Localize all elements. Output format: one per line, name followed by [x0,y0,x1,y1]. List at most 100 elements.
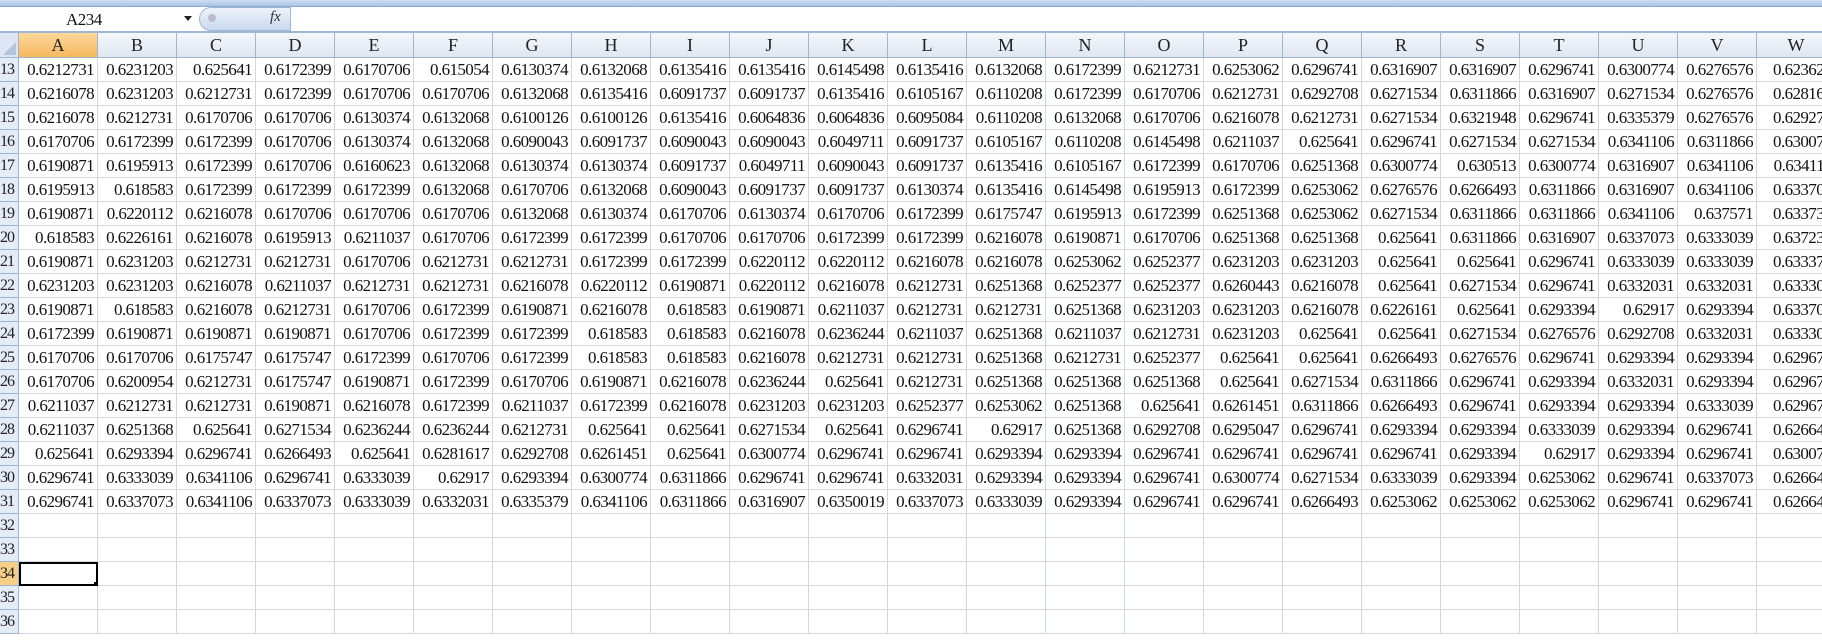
cell-k36[interactable] [809,610,888,634]
cell-j13[interactable]: 0.6135416 [730,58,809,82]
cell-b29[interactable]: 0.6293394 [98,442,177,466]
cell-q14[interactable]: 0.6292708 [1283,82,1362,106]
cell-q34[interactable] [1283,562,1362,586]
cell-u33[interactable] [1599,538,1678,562]
cell-v29[interactable]: 0.6296741 [1678,442,1757,466]
cell-w36[interactable] [1757,610,1822,634]
cell-l14[interactable]: 0.6105167 [888,82,967,106]
cell-b26[interactable]: 0.6200954 [98,370,177,394]
cell-t33[interactable] [1520,538,1599,562]
cell-s30[interactable]: 0.6293394 [1441,466,1520,490]
cell-a15[interactable]: 0.6216078 [19,106,98,130]
cell-m16[interactable]: 0.6105167 [967,130,1046,154]
cell-f23[interactable]: 0.6172399 [414,298,493,322]
cell-r30[interactable]: 0.6333039 [1362,466,1441,490]
cell-l16[interactable]: 0.6091737 [888,130,967,154]
cell-h16[interactable]: 0.6091737 [572,130,651,154]
cell-a30[interactable]: 0.6296741 [19,466,98,490]
cell-k14[interactable]: 0.6135416 [809,82,888,106]
cell-j31[interactable]: 0.6316907 [730,490,809,514]
row-header-13[interactable]: 13 [0,58,19,82]
cell-f29[interactable]: 0.6281617 [414,442,493,466]
cell-u34[interactable] [1599,562,1678,586]
cell-c13[interactable]: 0.625641 [177,58,256,82]
cell-k17[interactable]: 0.6090043 [809,154,888,178]
cell-c35[interactable] [177,586,256,610]
cell-d15[interactable]: 0.6170706 [256,106,335,130]
cell-v17[interactable]: 0.6341106 [1678,154,1757,178]
cell-n32[interactable] [1046,514,1125,538]
cell-r21[interactable]: 0.625641 [1362,250,1441,274]
cell-v16[interactable]: 0.6311866 [1678,130,1757,154]
cell-f25[interactable]: 0.6170706 [414,346,493,370]
cell-u36[interactable] [1599,610,1678,634]
cell-m22[interactable]: 0.6251368 [967,274,1046,298]
cell-f13[interactable]: 0.615054 [414,58,493,82]
cell-q26[interactable]: 0.6271534 [1283,370,1362,394]
name-box[interactable]: A234 [0,7,196,31]
cell-w24[interactable]: 0.633303 [1757,322,1822,346]
cell-l35[interactable] [888,586,967,610]
cell-t22[interactable]: 0.6296741 [1520,274,1599,298]
cell-n28[interactable]: 0.6251368 [1046,418,1125,442]
cell-e18[interactable]: 0.6172399 [335,178,414,202]
cell-u16[interactable]: 0.6341106 [1599,130,1678,154]
cell-v24[interactable]: 0.6332031 [1678,322,1757,346]
cell-f20[interactable]: 0.6170706 [414,226,493,250]
cell-d36[interactable] [256,610,335,634]
cell-g30[interactable]: 0.6293394 [493,466,572,490]
cell-n24[interactable]: 0.6211037 [1046,322,1125,346]
cell-j33[interactable] [730,538,809,562]
cell-c18[interactable]: 0.6172399 [177,178,256,202]
cell-j28[interactable]: 0.6271534 [730,418,809,442]
cell-u14[interactable]: 0.6271534 [1599,82,1678,106]
cell-c36[interactable] [177,610,256,634]
cell-p26[interactable]: 0.625641 [1204,370,1283,394]
cell-k16[interactable]: 0.6049711 [809,130,888,154]
cell-c25[interactable]: 0.6175747 [177,346,256,370]
row-header-34[interactable]: 34 [0,562,19,586]
cell-j26[interactable]: 0.6236244 [730,370,809,394]
cell-k31[interactable]: 0.6350019 [809,490,888,514]
select-all-button[interactable] [0,33,19,58]
cell-r18[interactable]: 0.6276576 [1362,178,1441,202]
cell-a26[interactable]: 0.6170706 [19,370,98,394]
cell-r36[interactable] [1362,610,1441,634]
cell-k20[interactable]: 0.6172399 [809,226,888,250]
cell-l25[interactable]: 0.6212731 [888,346,967,370]
cell-d30[interactable]: 0.6296741 [256,466,335,490]
cell-r32[interactable] [1362,514,1441,538]
cell-n22[interactable]: 0.6252377 [1046,274,1125,298]
cell-o27[interactable]: 0.625641 [1125,394,1204,418]
cell-f32[interactable] [414,514,493,538]
cell-t28[interactable]: 0.6333039 [1520,418,1599,442]
cell-b34[interactable] [98,562,177,586]
cell-b32[interactable] [98,514,177,538]
cell-h23[interactable]: 0.6216078 [572,298,651,322]
cell-i28[interactable]: 0.625641 [651,418,730,442]
cell-a24[interactable]: 0.6172399 [19,322,98,346]
cell-m36[interactable] [967,610,1046,634]
cell-j15[interactable]: 0.6064836 [730,106,809,130]
cell-k18[interactable]: 0.6091737 [809,178,888,202]
cell-u35[interactable] [1599,586,1678,610]
cell-h33[interactable] [572,538,651,562]
cell-o31[interactable]: 0.6296741 [1125,490,1204,514]
cell-r34[interactable] [1362,562,1441,586]
cell-d21[interactable]: 0.6212731 [256,250,335,274]
cell-n29[interactable]: 0.6293394 [1046,442,1125,466]
cell-h31[interactable]: 0.6341106 [572,490,651,514]
row-header-19[interactable]: 19 [0,202,19,226]
cell-f16[interactable]: 0.6132068 [414,130,493,154]
cell-r15[interactable]: 0.6271534 [1362,106,1441,130]
cell-r17[interactable]: 0.6300774 [1362,154,1441,178]
cell-j23[interactable]: 0.6190871 [730,298,809,322]
column-header-v[interactable]: V [1678,33,1757,58]
row-header-27[interactable]: 27 [0,394,19,418]
cell-e35[interactable] [335,586,414,610]
cell-u31[interactable]: 0.6296741 [1599,490,1678,514]
cell-i13[interactable]: 0.6135416 [651,58,730,82]
cell-l29[interactable]: 0.6296741 [888,442,967,466]
cell-w32[interactable] [1757,514,1822,538]
cell-a13[interactable]: 0.6212731 [19,58,98,82]
